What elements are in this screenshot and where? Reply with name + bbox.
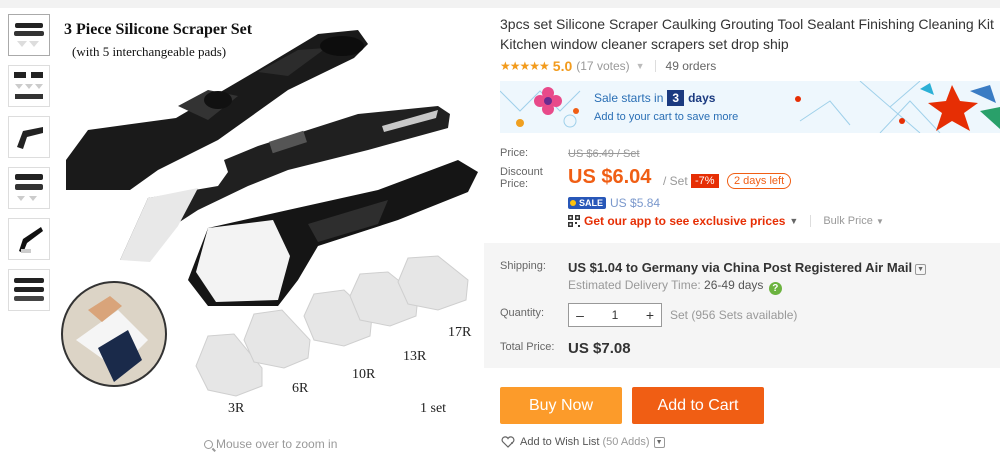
thumbnail-2[interactable] (8, 65, 50, 107)
pad-label-10r: 10R (352, 367, 376, 382)
sale-price-row: SALE US $5.84 (568, 196, 660, 210)
app-promo-link[interactable]: Get our app to see exclusive prices (584, 214, 785, 228)
buy-now-button[interactable]: Buy Now (500, 387, 622, 424)
total-price-label: Total Price: (500, 341, 555, 353)
discount-label-line-1: Discount (500, 166, 543, 178)
orders-count: 49 orders (665, 59, 717, 73)
per-unit: / Set (663, 174, 688, 188)
quantity-input[interactable]: 1 (591, 308, 639, 322)
discount-price-label: Discount Price: (500, 166, 543, 190)
zoom-hint: Mouse over to zoom in (204, 437, 337, 451)
quantity-label: Quantity: (500, 307, 545, 319)
sale-prefix: Sale starts in (594, 91, 664, 105)
banner-decoration (500, 81, 1000, 133)
sale-countdown: Sale starts in 3 days (594, 90, 715, 106)
chevron-down-icon[interactable]: ▼ (915, 264, 927, 275)
sale-banner[interactable]: Sale starts in 3 days Add to your cart to … (500, 81, 1000, 133)
app-promo-row: Get our app to see exclusive prices ▼ Bu… (568, 214, 884, 228)
pad-label-13r: 13R (403, 349, 427, 364)
quantity-stepper: – 1 + (568, 303, 662, 327)
help-icon[interactable]: ? (768, 282, 782, 295)
sale-days: 3 (667, 90, 685, 106)
wishlist-link[interactable]: Add to Wish List (520, 436, 599, 448)
total-price: US $7.08 (568, 340, 631, 357)
star-rating-icon[interactable]: ★★★★★ (500, 59, 550, 73)
estimated-delivery: Estimated Delivery Time: 26-49 days ? (568, 278, 782, 295)
thumbnail-4[interactable] (8, 167, 50, 209)
divider (810, 215, 812, 227)
set-label: 1 set (420, 401, 446, 416)
sale-badge: SALE (568, 197, 607, 209)
pad-label-17r: 17R (448, 325, 472, 340)
flower-icon (534, 87, 562, 115)
thumbnail-list (8, 14, 52, 320)
thumbnail-3[interactable] (8, 116, 50, 158)
thumbnail-5[interactable] (8, 218, 50, 260)
rating-row: ★★★★★ 5.0 (17 votes) ▼ 49 orders (500, 57, 1000, 75)
product-title-line-2: Kitchen window cleaner scrapers set drop… (500, 36, 789, 52)
estimated-value: 26-49 days (704, 278, 764, 292)
rating-score: 5.0 (552, 58, 573, 74)
main-product-image[interactable]: 3 Piece Silicone Scraper Set (with 5 int… (58, 10, 482, 434)
image-title: 3 Piece Silicone Scraper Set (64, 21, 253, 38)
product-title-line-1: 3pcs set Silicone Scraper Caulking Grout… (500, 16, 994, 32)
wishlist-row[interactable]: Add to Wish List (50 Adds) ▼ (501, 436, 665, 448)
chevron-down-icon[interactable]: ▼ (653, 436, 665, 448)
banner-subtext: Add to your cart to save more (594, 111, 739, 123)
page-top-strip (0, 0, 1000, 8)
increase-button[interactable]: + (639, 307, 661, 323)
pad-label-6r: 6R (292, 381, 309, 396)
votes-link[interactable]: (17 votes) (576, 59, 629, 73)
current-price: US $6.04 (568, 166, 652, 188)
sale-days-label: days (688, 91, 716, 105)
shipping-option[interactable]: US $1.04 to Germany via China Post Regis… (568, 260, 927, 275)
estimated-label: Estimated Delivery Time: (568, 278, 701, 292)
days-left-badge: 2 days left (727, 173, 792, 189)
shipping-label: Shipping: (500, 260, 546, 272)
thumbnail-1[interactable] (8, 14, 50, 56)
chevron-down-icon: ▼ (875, 217, 884, 226)
heart-icon (501, 436, 515, 448)
pad-label-3r: 3R (228, 401, 245, 416)
original-price: US $6.49 / Set (568, 148, 640, 160)
chevron-down-icon[interactable]: ▼ (789, 216, 798, 226)
magnifier-icon (204, 440, 213, 449)
product-info: 3pcs set Silicone Scraper Caulking Grout… (500, 14, 1000, 75)
discount-badge: -7% (691, 174, 719, 188)
sale-price: US $5.84 (610, 196, 661, 210)
wishlist-count: (50 Adds) (602, 436, 650, 448)
shipping-value: US $1.04 to Germany via China Post Regis… (568, 260, 913, 275)
available-stock: Set (956 Sets available) (670, 308, 798, 322)
zoom-hint-text: Mouse over to zoom in (216, 437, 338, 451)
bulk-price-label: Bulk Price (823, 215, 873, 227)
divider (654, 60, 656, 72)
decrease-button[interactable]: – (569, 307, 591, 323)
image-subtitle: (with 5 interchangeable pads) (72, 44, 226, 59)
bulk-price-dropdown[interactable]: Bulk Price ▼ (823, 215, 884, 227)
qr-code-icon (568, 215, 580, 227)
discount-label-line-2: Price: (500, 178, 529, 190)
chevron-down-icon[interactable]: ▼ (636, 61, 645, 71)
add-to-cart-button[interactable]: Add to Cart (632, 387, 764, 424)
thumbnail-6[interactable] (8, 269, 50, 311)
price-label: Price: (500, 147, 529, 159)
